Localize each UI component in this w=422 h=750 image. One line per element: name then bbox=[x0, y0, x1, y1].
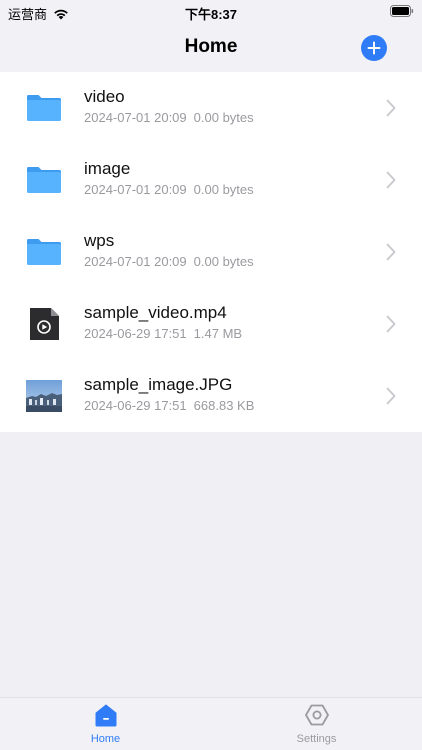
folder-icon bbox=[27, 239, 61, 265]
chevron-right-icon bbox=[386, 243, 396, 261]
tab-bar: Home Settings bbox=[0, 697, 422, 750]
chevron-right-icon bbox=[386, 315, 396, 333]
file-date: 2024-06-29 17:51 bbox=[84, 398, 187, 413]
file-meta: 2024-07-01 20:09 0.00 bytes bbox=[84, 254, 254, 269]
tab-settings[interactable]: Settings bbox=[211, 698, 422, 750]
file-row-sample-video[interactable]: sample_video.mp4 2024-06-29 17:51 1.47 MB bbox=[0, 288, 422, 360]
file-size: 0.00 bytes bbox=[193, 110, 254, 125]
file-list: video 2024-07-01 20:09 0.00 bytes image 2… bbox=[0, 72, 422, 432]
file-name: video bbox=[84, 87, 125, 106]
page-title: Home bbox=[184, 36, 238, 57]
add-button[interactable] bbox=[361, 35, 387, 61]
plus-circle-icon bbox=[367, 41, 381, 55]
tab-home[interactable]: Home bbox=[0, 698, 211, 750]
file-row-image[interactable]: image 2024-07-01 20:09 0.00 bytes bbox=[0, 144, 422, 216]
file-size: 1.47 MB bbox=[193, 326, 243, 341]
chevron-right-icon bbox=[386, 171, 396, 189]
file-name: image bbox=[84, 159, 131, 178]
file-size: 668.83 KB bbox=[193, 398, 255, 413]
battery-icon bbox=[390, 5, 414, 17]
file-name: sample_video.mp4 bbox=[84, 303, 227, 322]
file-row-sample-image[interactable]: sample_image.JPG 2024-06-29 17:51 668.83 … bbox=[0, 360, 422, 432]
status-bar: 运营商 下午8:37 bbox=[0, 0, 422, 24]
chevron-right-icon bbox=[386, 99, 396, 117]
file-meta: 2024-06-29 17:51 1.47 MB bbox=[84, 326, 242, 341]
folder-icon bbox=[27, 167, 61, 193]
status-time: 下午8:37 bbox=[184, 7, 238, 22]
image-thumbnail bbox=[26, 380, 62, 412]
video-file-icon bbox=[30, 308, 59, 340]
home-icon bbox=[95, 704, 116, 727]
file-row-video[interactable]: video 2024-07-01 20:09 0.00 bytes bbox=[0, 72, 422, 144]
file-meta: 2024-07-01 20:09 0.00 bytes bbox=[84, 182, 254, 197]
file-date: 2024-06-29 17:51 bbox=[84, 326, 187, 341]
file-date: 2024-07-01 20:09 bbox=[84, 254, 187, 269]
file-name: sample_image.JPG bbox=[84, 375, 233, 394]
chevron-right-icon bbox=[386, 387, 396, 405]
tab-settings-label: Settings bbox=[296, 733, 337, 745]
file-meta: 2024-06-29 17:51 668.83 KB bbox=[84, 398, 254, 413]
file-size: 0.00 bytes bbox=[193, 254, 254, 269]
tab-home-label: Home bbox=[90, 733, 121, 745]
file-size: 0.00 bytes bbox=[193, 182, 254, 197]
file-name: wps bbox=[84, 231, 115, 250]
hexagon-gear-icon bbox=[304, 704, 329, 726]
folder-icon bbox=[27, 95, 61, 121]
file-date: 2024-07-01 20:09 bbox=[84, 110, 187, 125]
file-date: 2024-07-01 20:09 bbox=[84, 182, 187, 197]
file-meta: 2024-07-01 20:09 0.00 bytes bbox=[84, 110, 254, 125]
navigation-bar: Home bbox=[0, 24, 422, 72]
file-row-wps[interactable]: wps 2024-07-01 20:09 0.00 bytes bbox=[0, 216, 422, 288]
